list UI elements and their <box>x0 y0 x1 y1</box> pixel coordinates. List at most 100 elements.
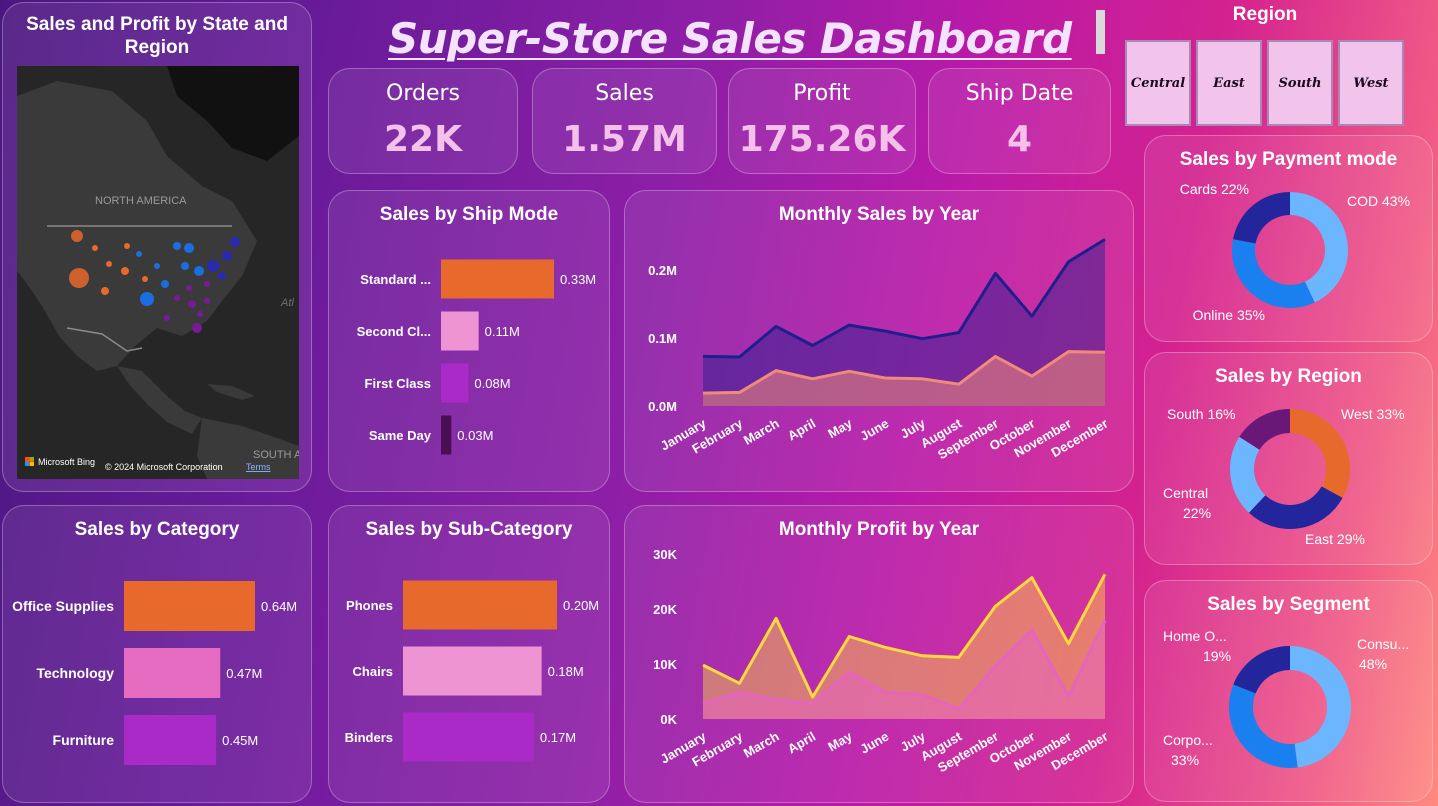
map-bubble[interactable] <box>188 300 196 308</box>
bar[interactable] <box>441 415 452 455</box>
region-option-south[interactable]: South <box>1267 40 1333 126</box>
donut-slice[interactable] <box>1248 486 1343 530</box>
dashboard-title: Super-Store Sales Dashboard <box>388 14 1072 63</box>
map-bubble[interactable] <box>69 268 89 288</box>
donut-label: Home O... <box>1163 628 1227 644</box>
bar[interactable] <box>403 712 534 762</box>
donut-slice[interactable] <box>1228 684 1298 769</box>
map-bubble[interactable] <box>181 262 189 270</box>
kpi-profit-label: Profit <box>793 81 851 106</box>
map-bubble[interactable] <box>173 242 181 250</box>
map-bubble[interactable] <box>218 272 226 280</box>
map-bubble[interactable] <box>222 251 232 261</box>
donut-slice[interactable] <box>1233 192 1290 244</box>
map-bubble[interactable] <box>204 281 210 287</box>
scroll-handle[interactable] <box>1096 10 1105 54</box>
bar[interactable] <box>403 646 542 696</box>
map-bubble[interactable] <box>192 323 202 333</box>
bar[interactable] <box>441 259 554 299</box>
map-label-north-america: NORTH AMERICA <box>95 195 187 207</box>
map-bubble[interactable] <box>164 315 170 321</box>
donut-label: Online 35% <box>1193 307 1265 323</box>
kpi-ship-date-card: Ship Date 4 <box>928 68 1111 174</box>
payment-mode-chart[interactable]: COD 43% Online 35% Cards 22% <box>1145 136 1434 343</box>
map-label-south-america: SOUTH A <box>253 449 299 461</box>
region-sales-chart[interactable]: West 33% East 29% Central 22% South 16% <box>1145 353 1434 566</box>
map-bubble[interactable] <box>124 243 130 249</box>
y-tick-label: 0.2M <box>648 263 677 278</box>
bar[interactable] <box>441 363 469 403</box>
bar-value-label: 0.08M <box>474 376 510 391</box>
region-option-east[interactable]: East <box>1196 40 1262 126</box>
map-bubble[interactable] <box>161 280 169 288</box>
map-bubble[interactable] <box>106 261 112 267</box>
bar-category-label: First Class <box>365 376 431 391</box>
payment-mode-card: Sales by Payment mode COD 43% Online 35% C… <box>1144 135 1433 342</box>
bar-value-label: 0.03M <box>457 428 493 443</box>
bar-category-label: Technology <box>36 665 114 681</box>
kpi-ship-date-value: 4 <box>1006 119 1033 160</box>
bar[interactable] <box>124 715 217 765</box>
donut-slice[interactable] <box>1233 646 1290 694</box>
map-bubble[interactable] <box>121 267 129 275</box>
map-copyright: © 2024 Microsoft Corporation <box>105 462 223 472</box>
map-bubble[interactable] <box>136 251 142 257</box>
sub-category-chart[interactable]: Phones 0.20M Chairs 0.18M Binders 0.17M <box>329 506 611 804</box>
bar-value-label: 0.20M <box>563 598 599 613</box>
map-bubble[interactable] <box>184 243 194 253</box>
bar-value-label: 0.47M <box>226 666 262 681</box>
map-bubble[interactable] <box>71 230 83 242</box>
region-option-central[interactable]: Central <box>1125 40 1191 126</box>
kpi-sales-value: 1.57M <box>562 119 687 160</box>
map-bubble[interactable] <box>204 298 210 304</box>
donut-label: Cards 22% <box>1180 181 1249 197</box>
map-bubble[interactable] <box>140 292 154 306</box>
bing-label: Microsoft Bing <box>38 457 95 467</box>
map-bubble[interactable] <box>92 245 98 251</box>
monthly-profit-card: Monthly Profit by Year 0K 10K 20K 30K Januar… <box>624 505 1134 803</box>
y-tick-label: 10K <box>653 657 677 672</box>
map-bubble[interactable] <box>154 263 160 269</box>
bar[interactable] <box>124 648 221 698</box>
donut-label: Central <box>1163 485 1208 501</box>
region-option-west[interactable]: West <box>1338 40 1404 126</box>
map-bubble[interactable] <box>207 260 219 272</box>
segment-chart[interactable]: Consu... 48% Corpo... 33% Home O... 19% <box>1145 581 1434 803</box>
map-card: Sales and Profit by State and Region NOR… <box>2 2 312 492</box>
ship-mode-chart[interactable]: Standard ... 0.33M Second Cl... 0.11M First … <box>329 191 611 493</box>
map-bubble[interactable] <box>230 237 240 247</box>
monthly-sales-card: Monthly Sales by Year 0.0M 0.1M 0.2M Januar… <box>624 190 1134 492</box>
donut-slice[interactable] <box>1232 239 1315 309</box>
x-tick-label: March <box>741 729 782 761</box>
map-label-atlantic: Atl <box>280 297 294 309</box>
category-card: Sales by Category Office Supplies 0.64M Te… <box>2 505 312 803</box>
x-tick-label: June <box>857 729 891 757</box>
map-bubble[interactable] <box>101 287 109 295</box>
bar-category-label: Second Cl... <box>357 324 431 339</box>
map-terms-link[interactable]: Terms <box>246 462 271 472</box>
segment-card: Sales by Segment Consu... 48% Corpo... 33% H… <box>1144 580 1433 802</box>
donut-slice[interactable] <box>1290 646 1352 768</box>
bar[interactable] <box>441 311 479 351</box>
donut-label: Consu... <box>1357 636 1409 652</box>
region-sales-card: Sales by Region West 33% East 29% Central 2… <box>1144 352 1433 565</box>
map-card-title: Sales and Profit by State and Region <box>26 14 288 58</box>
map-bubble[interactable] <box>194 266 204 276</box>
map-visual[interactable]: NORTH AMERICA Atl SOUTH A Microsoft Bing… <box>17 66 299 479</box>
monthly-sales-chart[interactable]: 0.0M0.1M0.2MJanuaryFebruaryMarch April May… <box>625 191 1135 493</box>
bar[interactable] <box>124 581 255 631</box>
map-bubble[interactable] <box>197 311 203 317</box>
bar-value-label: 0.11M <box>485 324 520 339</box>
kpi-profit-value: 175.26K <box>738 119 906 160</box>
kpi-profit-card: Profit 175.26K <box>728 68 916 174</box>
category-chart[interactable]: Office Supplies 0.64M Technology 0.47M Furni… <box>3 506 313 804</box>
map-bubble[interactable] <box>142 276 148 282</box>
y-tick-label: 30K <box>653 547 677 562</box>
map-bubble[interactable] <box>186 285 192 291</box>
bar-category-label: Phones <box>346 598 393 613</box>
donut-slice[interactable] <box>1290 409 1351 498</box>
monthly-profit-chart[interactable]: 0K10K20K30KJanuaryFebruaryMarch April May J… <box>625 506 1135 804</box>
bar[interactable] <box>403 580 557 630</box>
x-tick-label: June <box>857 416 891 444</box>
map-bubble[interactable] <box>174 295 180 301</box>
